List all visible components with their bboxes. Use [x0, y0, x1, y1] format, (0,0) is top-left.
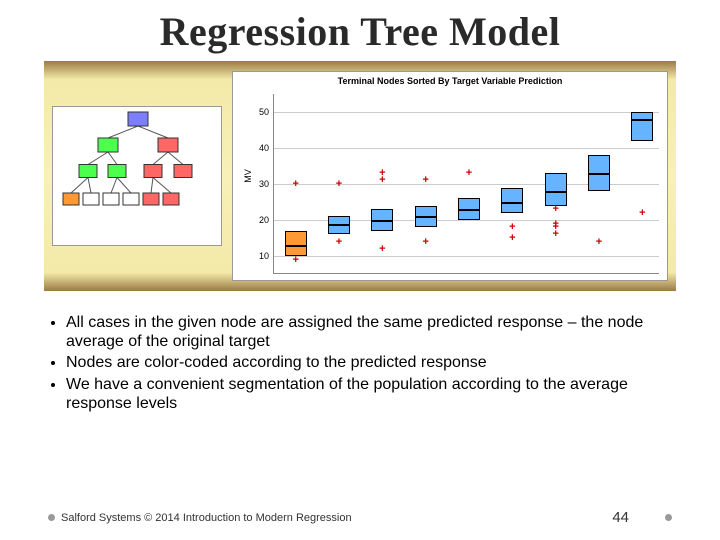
tree-node	[79, 165, 97, 178]
outlier-marker: +	[552, 203, 558, 215]
y-tick-label: 50	[251, 107, 269, 117]
y-tick-label: 20	[251, 215, 269, 225]
chart-title: Terminal Nodes Sorted By Target Variable…	[233, 72, 667, 86]
boxplot-median	[371, 220, 393, 222]
outlier-marker: +	[336, 178, 342, 190]
tree-node	[158, 138, 178, 152]
tree-node	[144, 165, 162, 178]
boxplot-median	[588, 173, 610, 175]
boxplot-median	[328, 224, 350, 226]
y-tick-label: 40	[251, 143, 269, 153]
tree-node	[174, 165, 192, 178]
figure-container: Terminal Nodes Sorted By Target Variable…	[44, 61, 676, 291]
bullet-list: All cases in the given node are assigned…	[48, 313, 672, 413]
tree-diagram	[52, 106, 222, 246]
footer: Salford Systems © 2014 Introduction to M…	[48, 509, 672, 526]
tree-node	[63, 193, 79, 205]
gridline	[274, 256, 659, 257]
outlier-marker: +	[292, 254, 298, 266]
boxplot-median	[285, 245, 307, 247]
tree-node	[123, 193, 139, 205]
boxplot-median	[458, 209, 480, 211]
outlier-marker: +	[292, 178, 298, 190]
slide-title: Regression Tree Model	[0, 0, 720, 61]
bullet-item: We have a convenient segmentation of the…	[66, 375, 672, 413]
y-tick-label: 30	[251, 179, 269, 189]
outlier-marker: +	[509, 221, 515, 233]
boxplot-median	[501, 202, 523, 204]
outlier-marker: +	[639, 207, 645, 219]
plot-area: ++++++++++++++++++	[273, 94, 659, 274]
outlier-marker: +	[596, 236, 602, 248]
bullet-item: All cases in the given node are assigned…	[66, 313, 672, 351]
outlier-marker: +	[509, 232, 515, 244]
tree-node	[163, 193, 179, 205]
footer-bullet-icon	[48, 514, 55, 521]
tree-node	[128, 112, 148, 126]
outlier-marker: +	[379, 167, 385, 179]
gridline	[274, 112, 659, 113]
footer-bullet-icon	[665, 514, 672, 521]
outlier-marker: +	[552, 218, 558, 230]
boxplot-median	[545, 191, 567, 193]
outlier-marker: +	[336, 236, 342, 248]
outlier-marker: +	[422, 174, 428, 186]
bullet-item: Nodes are color-coded according to the p…	[66, 353, 672, 372]
boxplot-box	[501, 188, 523, 213]
page-number: 44	[612, 509, 629, 526]
y-tick-label: 10	[251, 251, 269, 261]
boxplot-chart: Terminal Nodes Sorted By Target Variable…	[232, 71, 668, 281]
outlier-marker: +	[422, 236, 428, 248]
outlier-marker: +	[466, 167, 472, 179]
boxplot-box	[631, 112, 653, 141]
tree-node	[103, 193, 119, 205]
tree-node	[108, 165, 126, 178]
tree-node	[83, 193, 99, 205]
tree-node	[143, 193, 159, 205]
gridline	[274, 148, 659, 149]
boxplot-box	[545, 173, 567, 205]
boxplot-median	[631, 119, 653, 121]
boxplot-median	[415, 216, 437, 218]
boxplot-box	[285, 231, 307, 256]
tree-node	[98, 138, 118, 152]
outlier-marker: +	[379, 243, 385, 255]
footer-text: Salford Systems © 2014 Introduction to M…	[61, 512, 352, 524]
